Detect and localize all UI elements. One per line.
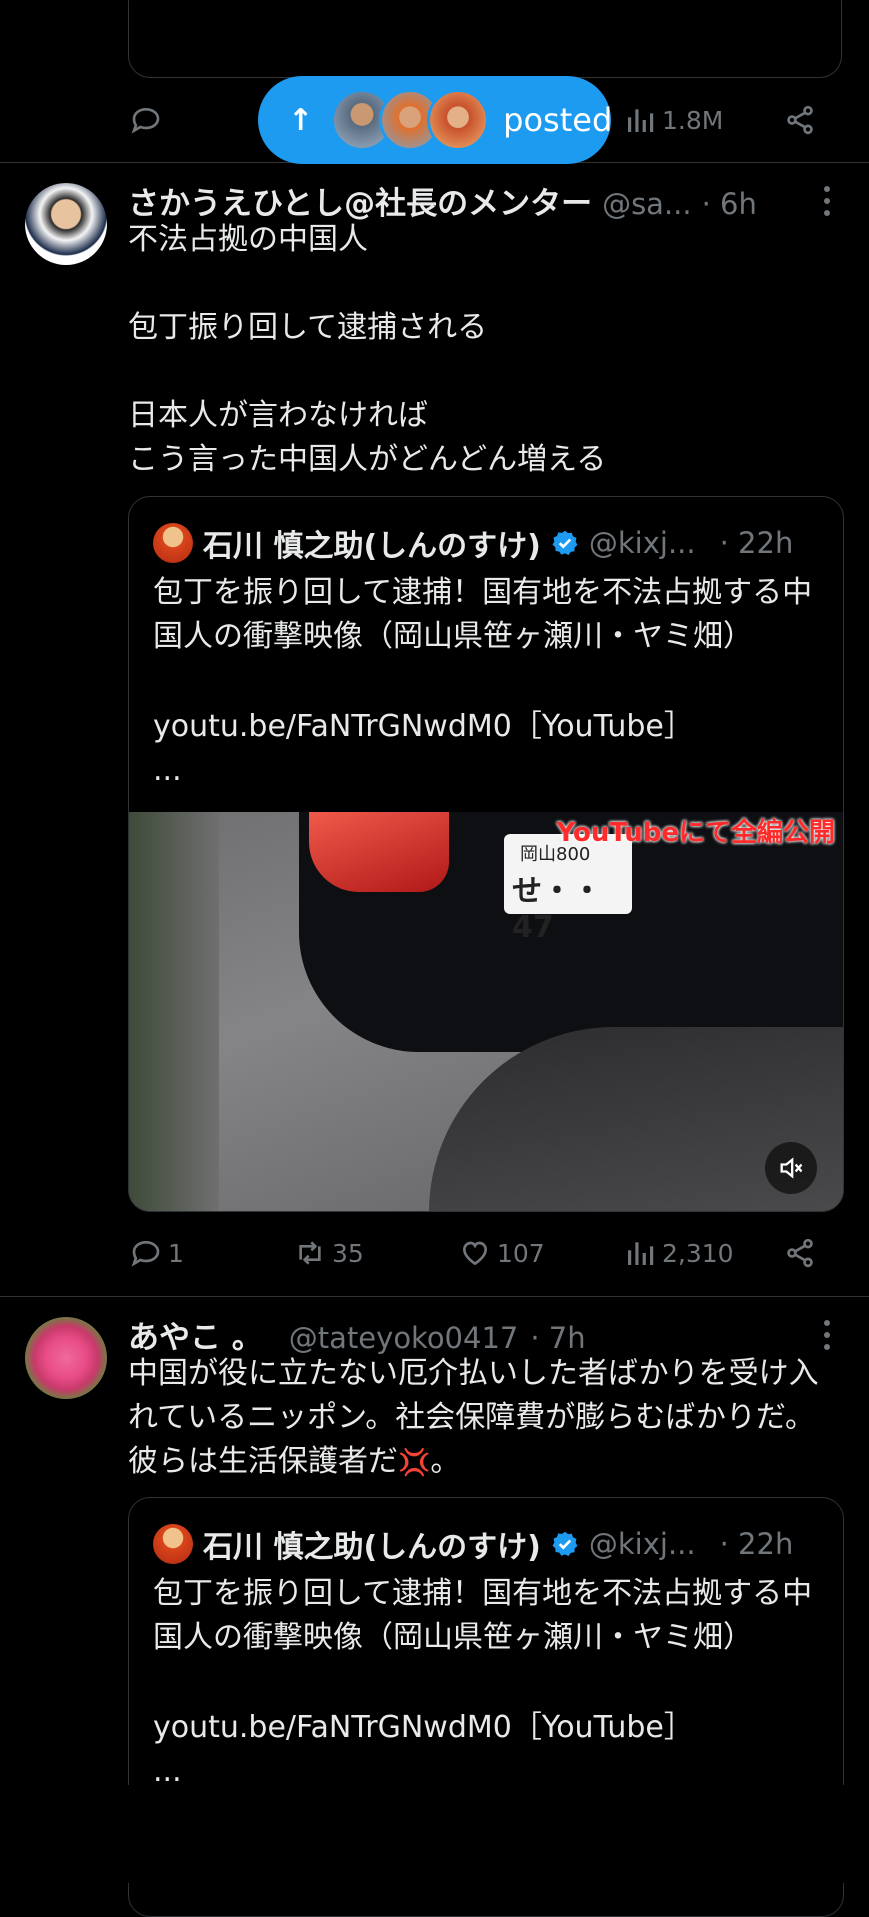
prev-views-count: 1.8M [662, 105, 724, 135]
mute-icon [780, 1157, 803, 1179]
heart-icon [462, 1241, 488, 1266]
video-player[interactable]: 岡山800 せ・・47 YouTubeにて全編公開 [129, 812, 843, 1211]
prev-reply-button[interactable] [130, 104, 162, 136]
more-menu-button[interactable] [820, 184, 834, 222]
reply-button[interactable]: 1 [130, 1237, 184, 1269]
author-handle[interactable]: @sa... [602, 187, 692, 221]
tweet-text: 中国が役に立たない厄介払いした者ばかりを受け入れているニッポン。社会保障費が膨ら… [128, 1352, 838, 1485]
quote-author-name: 石川 慎之助(しんのすけ) [203, 1530, 541, 1565]
tweet-time[interactable]: · 7h [530, 1321, 585, 1355]
bottom-overlay [0, 1785, 869, 1883]
quote-link[interactable]: youtu.be/FaNTrGNwdM0［YouTube］ [153, 705, 823, 749]
previous-tweet-card[interactable] [128, 0, 842, 78]
verified-badge-icon [552, 530, 578, 556]
quote-time: · 22h [719, 526, 794, 560]
views-icon [628, 1242, 654, 1265]
prev-views[interactable]: 1.8M [624, 104, 723, 136]
like-count: 107 [497, 1238, 545, 1268]
share-icon [787, 105, 813, 135]
share-icon [787, 1238, 813, 1268]
views-icon [628, 109, 654, 132]
share-button[interactable] [784, 1237, 816, 1269]
author-name[interactable]: さかうえひとし@社長のメンター [128, 178, 592, 223]
quote-header: 石川 慎之助(しんのすけ) @kixj... · 22h [153, 521, 833, 565]
more-menu-button[interactable] [820, 1318, 834, 1356]
tail-light [309, 812, 449, 892]
arrow-up-icon: ↑ [288, 102, 314, 138]
quote-header: 石川 慎之助(しんのすけ) @kixj... · 22h [153, 1522, 833, 1566]
new-posts-pill[interactable]: ↑ posted [258, 76, 613, 164]
like-button[interactable]: 107 [459, 1237, 545, 1269]
quote-text: 包丁を振り回して逮捕！国有地を不法占拠する中国人の衝撃映像（岡山県笹ヶ瀬川・ヤミ… [153, 1576, 813, 1655]
tweet-time[interactable]: · 6h [702, 187, 757, 221]
tweet-text-main: 中国が役に立たない厄介払いした者ばかりを受け入れているニッポン。社会保障費が膨ら… [128, 1356, 819, 1479]
quote-handle: @kixj... [588, 1527, 696, 1561]
pill-avatars [331, 89, 490, 151]
repost-icon [299, 1241, 321, 1265]
divider [0, 1296, 869, 1297]
tweet-header: あやこ 。 @tateyoko0417 · 7h [128, 1312, 828, 1357]
angry-emoji-icon: 💢 [398, 1448, 431, 1478]
quote-text: 包丁を振り回して逮捕！国有地を不法占拠する中国人の衝撃映像（岡山県笹ヶ瀬川・ヤミ… [153, 575, 813, 654]
quote-handle: @kixj... [588, 526, 696, 560]
quote-avatar [153, 1524, 193, 1564]
quote-time: · 22h [719, 1527, 794, 1561]
views-button[interactable]: 2,310 [624, 1237, 734, 1269]
tweet-header: さかうえひとし@社長のメンター @sa... · 6h [128, 178, 828, 223]
avatar [427, 89, 490, 151]
author-handle[interactable]: @tateyoko0417 [289, 1321, 519, 1355]
prev-share-button[interactable] [784, 104, 816, 136]
quote-ellipsis: ... [153, 753, 182, 788]
reply-icon [131, 107, 160, 134]
grass-edge [129, 812, 219, 1211]
tweet-text: 不法占拠の中国人 包丁振り回して逮捕される 日本人が言わなければ こう言った中国… [128, 222, 607, 477]
plate-bottom-text: せ・・47 [512, 874, 602, 945]
repost-count: 35 [332, 1238, 364, 1268]
author-avatar[interactable] [25, 183, 107, 265]
quote-link[interactable]: youtu.be/FaNTrGNwdM0［YouTube］ [153, 1706, 823, 1750]
reply-icon [131, 1240, 160, 1267]
repost-button[interactable]: 35 [294, 1237, 364, 1269]
quote-author-name: 石川 慎之助(しんのすけ) [203, 529, 541, 564]
more-icon [824, 186, 830, 216]
quote-avatar [153, 523, 193, 563]
author-avatar[interactable] [25, 1317, 107, 1399]
tweet-text-end: 。 [430, 1444, 461, 1479]
reply-count: 1 [168, 1238, 184, 1268]
mute-button[interactable] [765, 1142, 817, 1194]
pill-label: posted [503, 101, 613, 139]
quoted-tweet[interactable]: 石川 慎之助(しんのすけ) @kixj... · 22h 包丁を振り回して逮捕！… [128, 496, 844, 1212]
verified-badge-icon [552, 1531, 578, 1557]
video-banner: YouTubeにて全編公開 [556, 818, 835, 848]
more-icon [824, 1320, 830, 1350]
author-name[interactable]: あやこ 。 [128, 1312, 263, 1357]
views-count: 2,310 [662, 1238, 734, 1268]
